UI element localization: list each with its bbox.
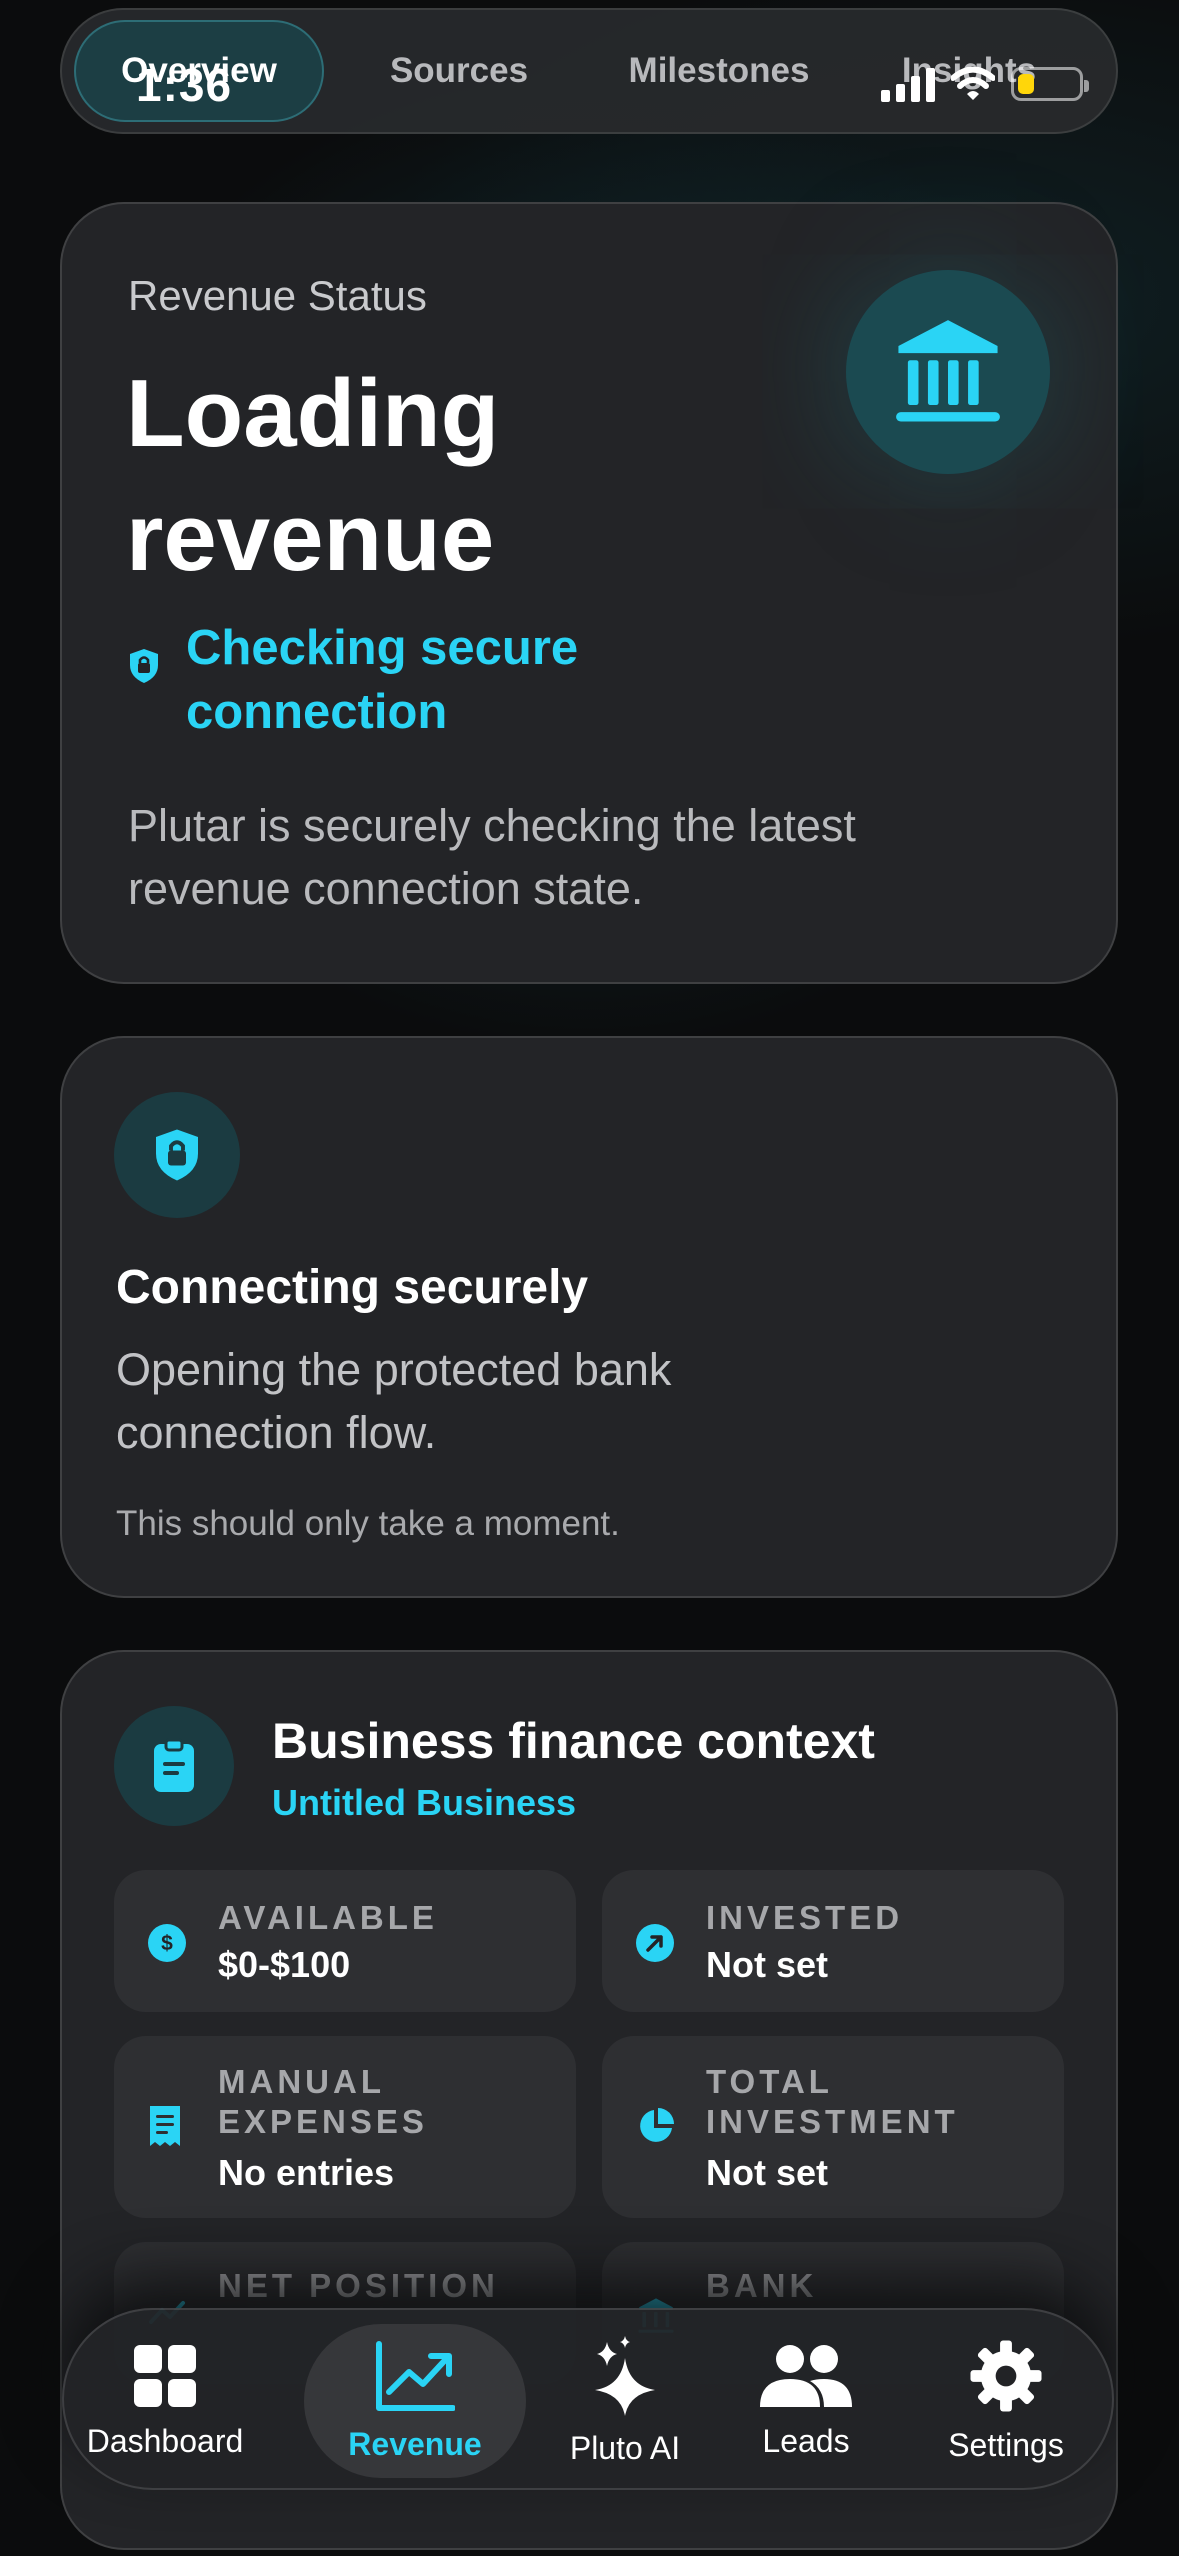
tile-total-investment[interactable]: TOTAL INVESTMENT Not set [602,2036,1064,2218]
people-icon [760,2344,852,2407]
grid-icon [134,2344,196,2407]
connection-status: Checking secure connection [128,616,686,744]
tab-sources[interactable]: Sources [324,20,594,122]
cellular-signal-icon [881,66,935,102]
nav-leads[interactable]: Leads [718,2324,894,2478]
svg-text:$: $ [161,1932,173,1955]
nav-label: Leads [762,2422,850,2459]
connecting-description: Opening the protected bank connection fl… [116,1344,672,1458]
tile-label: NET POSITION [218,2267,499,2304]
nav-pluto-ai[interactable]: Pluto AI [540,2324,710,2478]
gear-icon [970,2339,1042,2412]
tile-manual-expenses[interactable]: MANUAL EXPENSES No entries [114,2036,576,2218]
revenue-status-label: Revenue Status [128,272,427,319]
tile-label: AVAILABLE [218,1899,438,1936]
battery-icon [1011,67,1089,101]
business-finance-title: Business finance context [272,1713,875,1769]
clipboard-icon [114,1706,234,1826]
chart-up-icon [376,2340,455,2411]
nav-label: Pluto AI [569,2429,681,2466]
tile-label: INVESTED [706,1899,904,1936]
nav-revenue[interactable]: Revenue [304,2324,526,2478]
bank-icon [846,270,1050,474]
nav-label: Dashboard [86,2422,244,2459]
connecting-title: Connecting securely [116,1261,589,1314]
tile-label: TOTAL INVESTMENT [706,2063,959,2140]
business-name: Untitled Business [272,1782,577,1823]
nav-settings[interactable]: Settings [908,2324,1104,2478]
tile-value: No entries [218,2152,395,2193]
tile-value: Not set [706,2152,829,2193]
revenue-status-description: Plutar is securely checking the latest r… [128,800,856,914]
arrow-up-right-icon [636,1924,674,1962]
status-text: Checking secure connection [186,621,579,739]
tile-label: MANUAL EXPENSES [218,2063,428,2140]
tile-value: $0-$100 [218,1944,351,1985]
shield-lock-icon [130,649,158,683]
tile-available[interactable]: $ AVAILABLE $0-$100 [114,1870,576,2012]
status-time: 1:36 [136,59,233,111]
tile-label: BANK [706,2267,818,2304]
pie-chart-icon [640,2108,674,2142]
tile-value: Not set [706,1944,829,1985]
revenue-status-title: Loading revenue [126,360,500,591]
tile-invested[interactable]: INVESTED Not set [602,1870,1064,2012]
shield-lock-icon [114,1092,240,1218]
revenue-status-card: Revenue Status Loading revenue Checking … [60,202,1118,984]
nav-label: Settings [948,2426,1064,2463]
sparkles-icon [595,2335,655,2416]
tab-milestones[interactable]: Milestones [594,20,844,122]
connecting-note: This should only take a moment. [116,1504,620,1543]
connecting-card: Connecting securely Opening the protecte… [60,1036,1118,1598]
receipt-icon [150,2106,180,2146]
dollar-icon: $ [148,1924,186,1962]
nav-label: Revenue [348,2425,482,2462]
status-indicators [881,66,1089,102]
bottom-nav: Dashboard Revenue Pluto AI Leads Setting… [62,2308,1114,2490]
wifi-icon [951,67,995,100]
nav-dashboard[interactable]: Dashboard [72,2324,258,2478]
